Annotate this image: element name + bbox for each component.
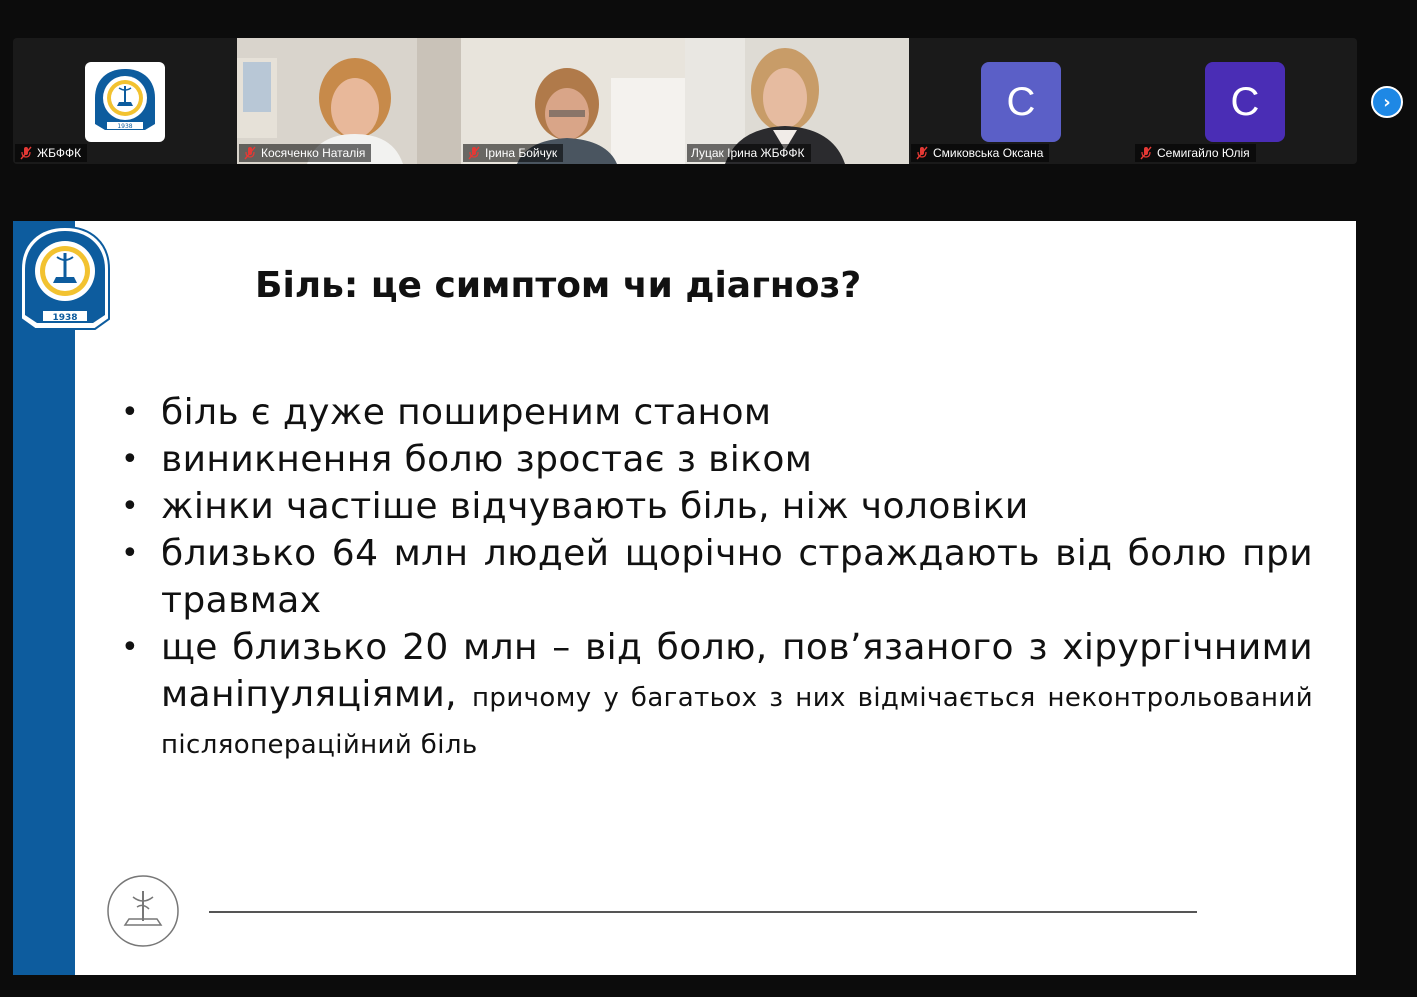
bullet-item: • жінки частіше відчувають біль, ніж чоло… <box>117 483 1313 530</box>
participant-tile-active[interactable]: Луцак Ірина ЖБФФК <box>685 38 909 164</box>
shared-slide: 1938 Біль: це симптом чи діагноз? • біль … <box>13 221 1356 975</box>
chevron-right-icon[interactable]: › <box>1371 86 1403 118</box>
bullet-dot-icon: • <box>121 536 140 571</box>
svg-text:1938: 1938 <box>52 313 77 323</box>
participant-tile[interactable]: С Смиковська Оксана <box>909 38 1133 164</box>
bullet-dot-icon: • <box>121 395 140 430</box>
bullet-dot-icon: • <box>121 442 140 477</box>
mic-muted-icon <box>244 146 256 160</box>
college-logo: 1938 <box>85 62 165 142</box>
avatar: С <box>981 62 1061 142</box>
bullet-dot-icon: • <box>121 630 140 665</box>
participant-name-label: Ірина Бойчук <box>463 144 564 162</box>
participant-tile[interactable]: Косяченко Наталія <box>237 38 461 164</box>
participant-tile[interactable]: 1938 ЖБФФК <box>13 38 237 164</box>
slide-side-bar <box>13 221 75 975</box>
bullet-dot-icon: • <box>121 489 140 524</box>
slide-footer-divider <box>209 911 1197 913</box>
bullet-item: • виникнення болю зростає з віком <box>117 436 1313 483</box>
slide-title: Біль: це симптом чи діагноз? <box>255 265 862 306</box>
participant-tile[interactable]: С Семигайло Юлія <box>1133 38 1357 164</box>
bullet-item: • ще близько 20 млн – від болю, пов’язано… <box>117 624 1313 765</box>
bullet-item: • біль є дуже поширеним станом <box>117 389 1313 436</box>
avatar: С <box>1205 62 1285 142</box>
mic-muted-icon <box>1140 146 1152 160</box>
bullet-item: • близько 64 млн людей щорічно страждають… <box>117 530 1313 624</box>
svg-text:1938: 1938 <box>117 123 132 130</box>
mic-muted-icon <box>916 146 928 160</box>
college-emblem-icon <box>107 875 179 947</box>
participant-name-label: ЖБФФК <box>15 144 88 162</box>
college-logo: 1938 <box>20 225 110 330</box>
mic-muted-icon <box>468 146 480 160</box>
participant-name-label: Семигайло Юлія <box>1135 144 1256 162</box>
participant-strip: 1938 ЖБФФК Косяченко Наталія Ірина Бойчу… <box>13 38 1357 164</box>
participant-name-label: Косяченко Наталія <box>239 144 372 162</box>
participant-name-label: Луцак Ірина ЖБФФК <box>687 144 811 162</box>
participant-name-label: Смиковська Оксана <box>911 144 1050 162</box>
participant-tile[interactable]: Ірина Бойчук <box>461 38 685 164</box>
mic-muted-icon <box>20 146 32 160</box>
slide-bullet-list: • біль є дуже поширеним станом • виникненн… <box>117 389 1313 765</box>
